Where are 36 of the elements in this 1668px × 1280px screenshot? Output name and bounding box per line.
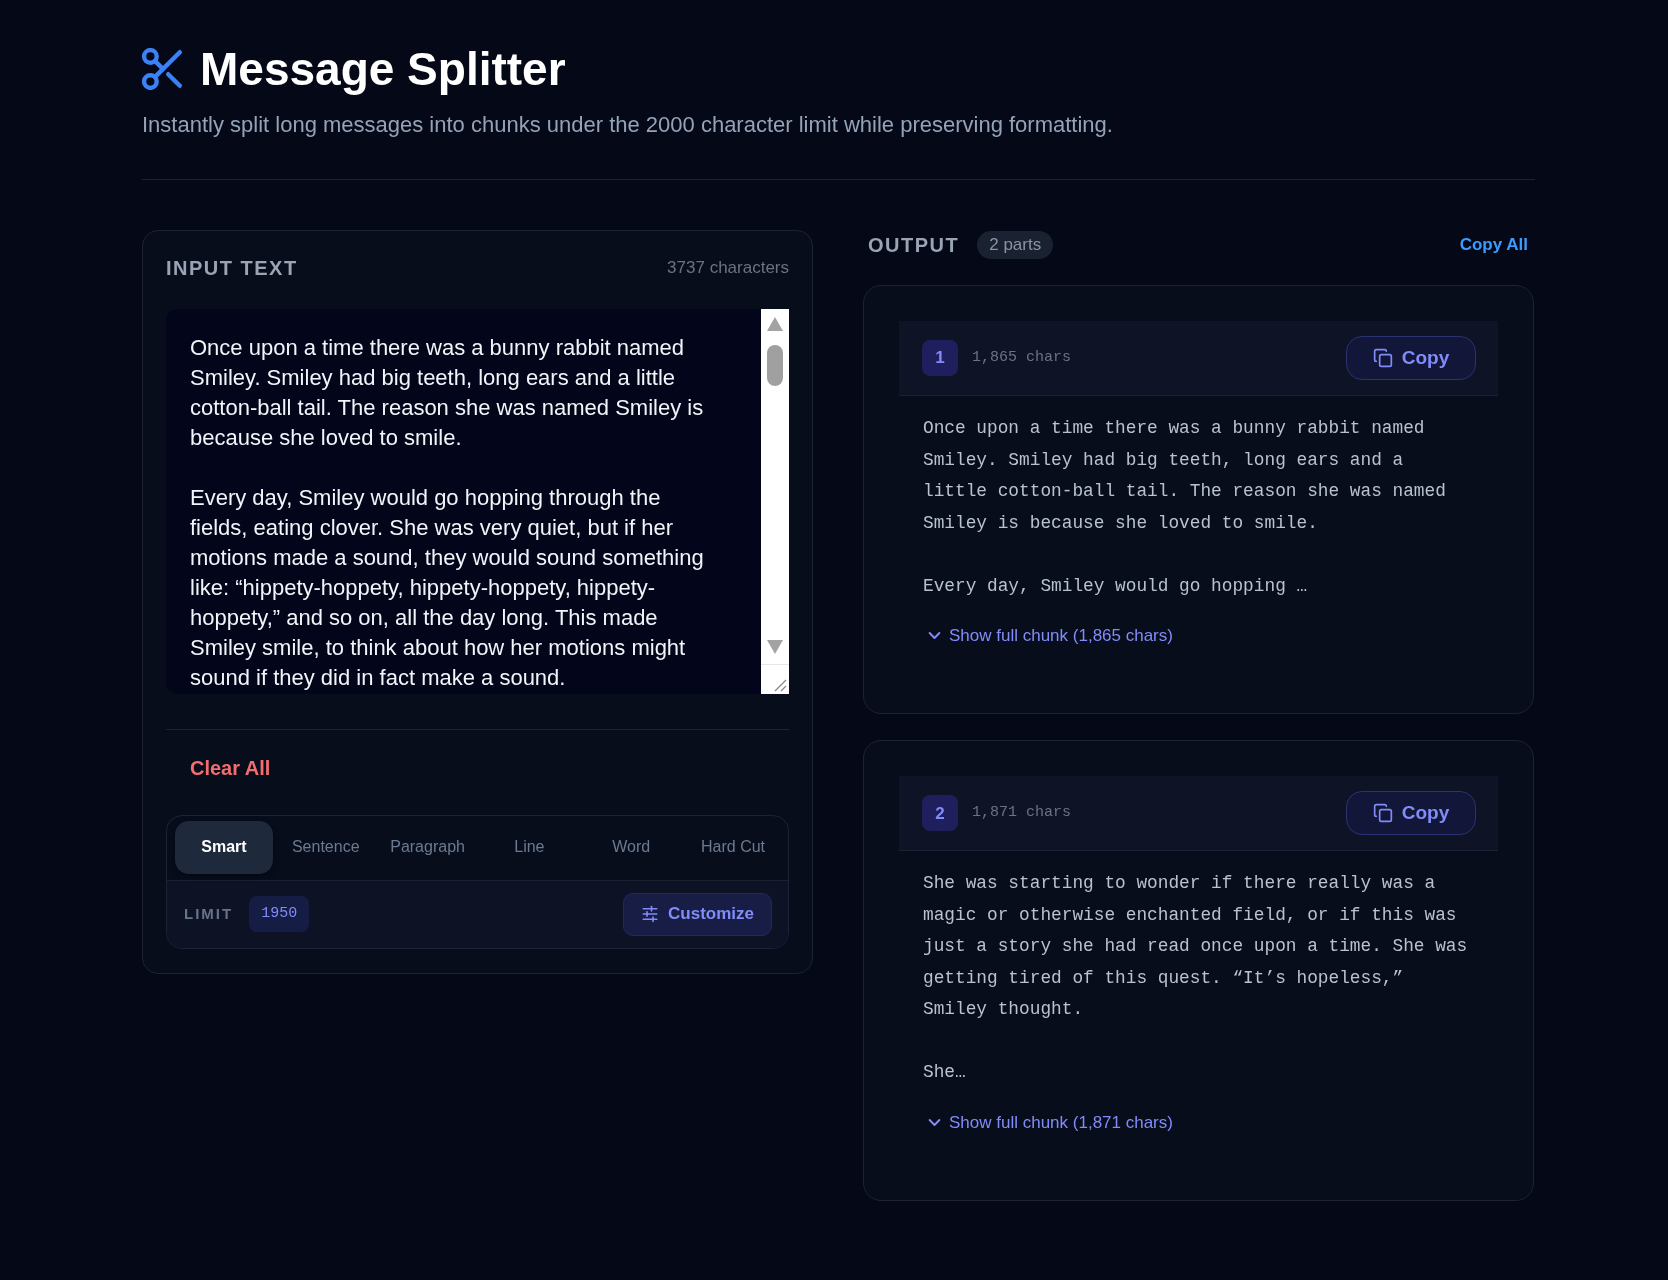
customize-button[interactable]: Customize bbox=[623, 892, 772, 936]
mode-tab[interactable]: Paragraph bbox=[378, 820, 477, 874]
chunk-char-count: 1,871 chars bbox=[972, 803, 1072, 824]
copy-icon bbox=[1372, 803, 1393, 824]
copy-button[interactable]: Copy bbox=[1346, 791, 1476, 836]
page-title: Message Splitter bbox=[200, 44, 566, 95]
section-title: OUTPUT bbox=[868, 233, 960, 258]
copy-button[interactable]: Copy bbox=[1346, 336, 1476, 381]
scissors-icon bbox=[142, 48, 184, 91]
chunk-preview-text: She… bbox=[923, 1061, 967, 1085]
chunk-preview-text: Once upon a time there was a bunny rabbit named Smiley. Smiley had big teeth, long ears and a little cotton-ball tail. The reason she was named Smiley is because she loved to smile. bbox=[923, 417, 1447, 535]
resize-grip-icon[interactable] bbox=[761, 663, 789, 694]
character-count: 3737 characters bbox=[667, 257, 789, 280]
parts-count: 2 parts bbox=[977, 231, 1054, 260]
clear-all-button[interactable]: Clear All bbox=[166, 747, 295, 788]
limit-value: 1950 bbox=[249, 896, 310, 933]
section-title: INPUT TEXT bbox=[166, 255, 298, 280]
chunk-preview-text: Every day, Smiley would go hopping … bbox=[923, 574, 1309, 598]
limit-label: LIMIT bbox=[184, 903, 234, 924]
show-full-chunk-link[interactable]: Show full chunk (1,865 chars) bbox=[923, 623, 1173, 649]
page-subtitle: Instantly split long messages into chunks under the 2000 character limit while preserving formatting. bbox=[142, 110, 1114, 139]
text-input[interactable]: Once upon a time there was a bunny rabbit named Smiley. Smiley had big teeth, long ears and a little cotton-ball tail. The reason she was named Smiley is because she loved to smile. Every day, Smiley would go hopping through the fields, eating clover. She was very quiet, but if her motions made a sound, they would sound something like: “hippety-hoppety, hippety-hoppety, hippety-hoppety,” and so on, all the day long. This made Smiley smile, to think about how her motions might sound if they did in fact make a sound. bbox=[166, 308, 789, 694]
mode-tab[interactable]: Word bbox=[582, 820, 681, 874]
chunk-number: 1 bbox=[922, 340, 958, 377]
mode-tab[interactable]: Smart bbox=[175, 820, 273, 874]
mode-tab[interactable]: Line bbox=[480, 820, 579, 874]
scrollbar[interactable] bbox=[761, 308, 789, 664]
chunk-preview-text: She was starting to wonder if there really was a magic or otherwise enchanted field, or if this was just a story she had read once upon a time. She was getting tired of this quest. “It’s hopeless,” Smiley thought. bbox=[923, 872, 1469, 1022]
copy-icon bbox=[1372, 348, 1393, 369]
mode-tab[interactable]: Sentence bbox=[276, 820, 375, 874]
chunk-number: 2 bbox=[922, 795, 958, 832]
mode-tab[interactable]: Hard Cut bbox=[684, 820, 782, 874]
sliders-icon bbox=[641, 905, 660, 924]
copy-all-button[interactable]: Copy All bbox=[1453, 232, 1534, 258]
chunk-char-count: 1,865 chars bbox=[972, 347, 1072, 368]
show-full-chunk-link[interactable]: Show full chunk (1,871 chars) bbox=[923, 1109, 1173, 1136]
